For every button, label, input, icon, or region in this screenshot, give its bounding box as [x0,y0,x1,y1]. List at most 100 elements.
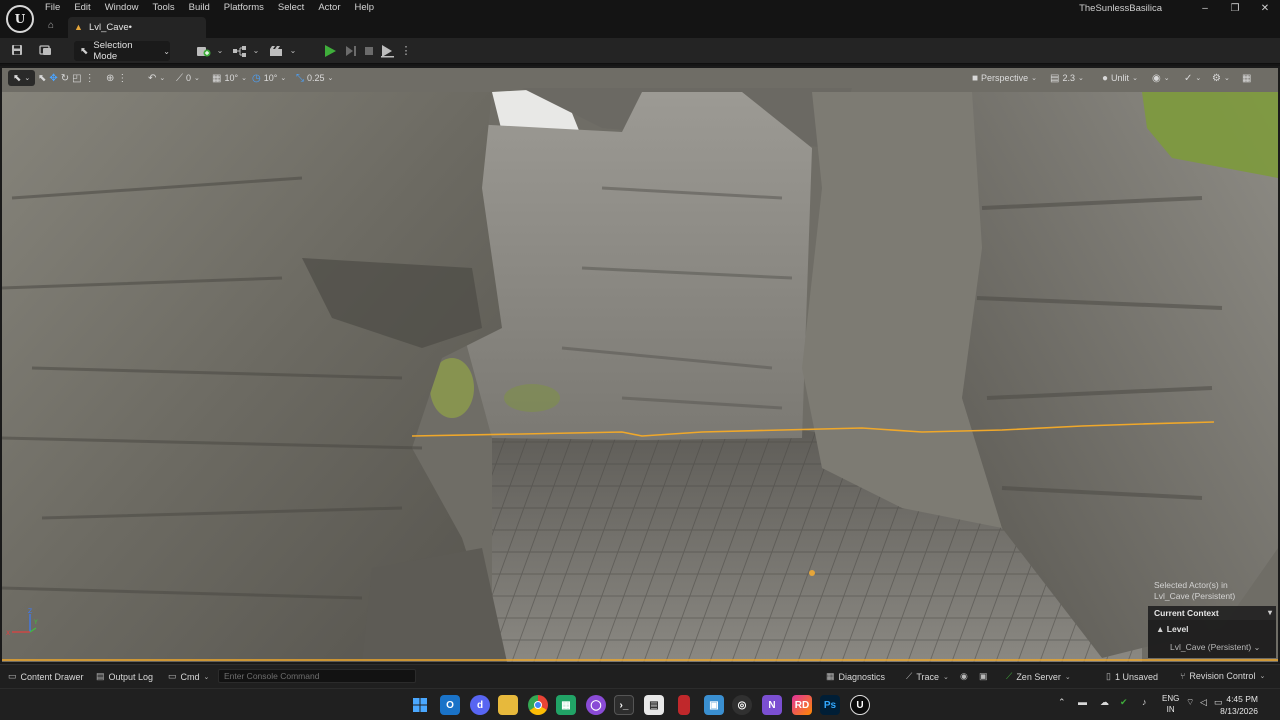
chrome-icon[interactable] [528,695,548,715]
check-icon[interactable]: ✔ [1120,697,1128,708]
more-options-icon: ⋮ [117,72,128,84]
surface-snap-button[interactable]: ↶ ⌄ [148,70,165,86]
performance-dropdown[interactable]: ✓ ⌄ [1184,70,1201,86]
save-icon[interactable] [10,44,24,58]
terminal-icon[interactable]: ›_ [614,695,634,715]
menu-build[interactable]: Build [182,0,217,16]
settings-dropdown[interactable]: ⚙ ⌄ [1212,70,1230,86]
file-explorer-icon[interactable] [498,695,518,715]
menu-tools[interactable]: Tools [145,0,181,16]
chevron-down-icon[interactable]: ⌄ [249,44,263,58]
unsaved-button[interactable]: ▯ 1 Unsaved [1106,671,1158,682]
chevron-down-icon: ⌄ [1259,673,1266,680]
windows-taskbar: O d ▦ ◯ ›_ ▤ ▣ ◎ N RD Ps U ⌃ ▬ ☁ ✔ ♪ ENG… [0,688,1280,720]
diagnostics-button[interactable]: ▦ Diagnostics [826,671,885,682]
visual-studio-icon[interactable]: N [762,695,782,715]
zen-server-dropdown[interactable]: ⟋ Zen Server ⌄ [1006,671,1071,682]
github-icon[interactable]: ◯ [586,695,606,715]
cloud-icon[interactable]: ☁ [1100,697,1109,708]
tab-level[interactable]: ▲ Lvl_Cave• [68,17,206,38]
speaker-icon[interactable]: ◁ [1200,697,1207,708]
photoshop-icon[interactable]: Ps [820,695,840,715]
content-drawer-button[interactable]: ▭ Content Drawer [8,671,84,682]
show-flags-dropdown[interactable]: ◉ ⌄ [1152,70,1170,86]
add-actor-icon[interactable] [196,44,211,58]
chevron-down-icon[interactable]: ⌄ [213,44,227,58]
menu-platforms[interactable]: Platforms [217,0,271,16]
play-button[interactable] [322,43,338,59]
grid-snap-rotate[interactable]: ▦ 10° ⌄ [212,70,247,86]
record-button[interactable]: ◉ [960,671,968,682]
app-red-icon[interactable] [678,695,690,715]
scale-snap[interactable]: ⤡ 0.25 ⌄ [296,70,333,86]
menu-file[interactable]: File [38,0,67,16]
trace-dropdown[interactable]: ⟋ Trace ⌄ [906,671,949,682]
gear-icon: ⚙ [1212,72,1221,84]
scale-snap-icon: ⤡ [296,72,304,84]
cmd-dropdown[interactable]: ▭ Cmd ⌄ [168,671,209,682]
maximize-button[interactable]: ❐ [1220,0,1250,16]
discord-icon[interactable]: d [470,695,490,715]
level-viewport[interactable] [0,66,1280,664]
translate-icon[interactable]: ✥ [49,73,57,84]
world-space-button[interactable]: ⊕ ⋮ [106,70,127,86]
viewport-options-button[interactable]: ⬉ ⌄ [8,70,36,86]
more-options-icon[interactable]: ⋮ [85,73,95,84]
rotate-icon[interactable]: ↻ [61,73,69,84]
close-button[interactable]: ✕ [1250,0,1280,16]
step-icon[interactable] [344,44,358,58]
context-level-section[interactable]: ▲ Level Lvl_Cave (Persistent) ⌄ [1148,620,1276,658]
menu-window[interactable]: Window [98,0,146,16]
output-log-button[interactable]: ▤ Output Log [96,671,153,682]
snap-angle-value: 10° [263,73,278,83]
more-options-icon[interactable]: ⋮ [399,44,413,58]
gamepad-icon[interactable]: ▬ [1078,697,1087,707]
rider-icon[interactable]: RD [792,695,812,715]
menu-select[interactable]: Select [271,0,311,16]
home-icon[interactable]: ⌂ [48,20,60,32]
layout-button[interactable]: ▦ [1242,70,1251,86]
chevron-down-icon: ⌄ [1031,75,1037,82]
unreal-logo-icon[interactable]: U [6,5,34,33]
camera-icon: ■ [972,72,979,84]
menu-edit[interactable]: Edit [67,0,97,16]
outlook-icon[interactable]: O [440,695,460,715]
tray-chevron-icon[interactable]: ⌃ [1058,697,1066,708]
axis-y-label: Y [33,619,38,626]
minimize-button[interactable]: – [1190,0,1220,16]
rotation-snap[interactable]: ◷ 10° ⌄ [252,70,286,86]
project-name: TheSunlessBasilica [1079,3,1162,14]
notes-icon[interactable]: ▤ [644,695,664,715]
level-name-dropdown[interactable]: Lvl_Cave (Persistent) ⌄ [1170,642,1260,652]
blueprint-icon[interactable] [232,44,246,58]
select-icon[interactable]: ⬉ [38,73,46,84]
start-icon[interactable] [410,695,430,715]
scale-icon[interactable]: ◰ [72,73,81,84]
camera-speed-dropdown[interactable]: ▤ 2.3 ⌄ [1050,70,1084,86]
menu-actor[interactable]: Actor [311,0,347,16]
system-clock[interactable]: 4:45 PM 8/13/2026 [1220,693,1258,717]
microphone-icon[interactable]: ♪ [1142,697,1147,707]
chevron-down-icon: ⌄ [1195,75,1202,82]
content-browser-icon[interactable] [38,44,52,58]
console-command-input[interactable] [218,669,416,683]
menu-help[interactable]: Help [348,0,382,16]
perspective-dropdown[interactable]: ■ Perspective ⌄ [972,70,1037,86]
grid-snap-translate[interactable]: ⟋ 0 ⌄ [176,70,200,86]
record-icon: ◉ [960,671,968,681]
unreal-icon[interactable]: U [850,695,870,715]
photos-icon[interactable]: ▣ [704,695,724,715]
current-context-header[interactable]: Current Context ▾ [1148,606,1276,620]
wifi-icon[interactable]: ⌔ [1186,697,1194,708]
view-mode-dropdown[interactable]: ● Unlit ⌄ [1102,70,1138,86]
launch-icon[interactable] [380,44,394,58]
copilot-icon[interactable]: ◎ [732,695,752,715]
stop-icon[interactable] [362,44,376,58]
screenshot-button[interactable]: ▣ [979,671,988,682]
chevron-down-icon[interactable]: ⌄ [286,44,300,58]
selection-mode-dropdown[interactable]: ⬉ Selection Mode ⌄ [74,40,170,62]
revision-control-dropdown[interactable]: ⑂ Revision Control ⌄ [1180,671,1265,681]
language-indicator[interactable]: ENG IN [1162,693,1179,715]
sheets-icon[interactable]: ▦ [556,695,576,715]
cinematics-icon[interactable] [269,44,283,58]
